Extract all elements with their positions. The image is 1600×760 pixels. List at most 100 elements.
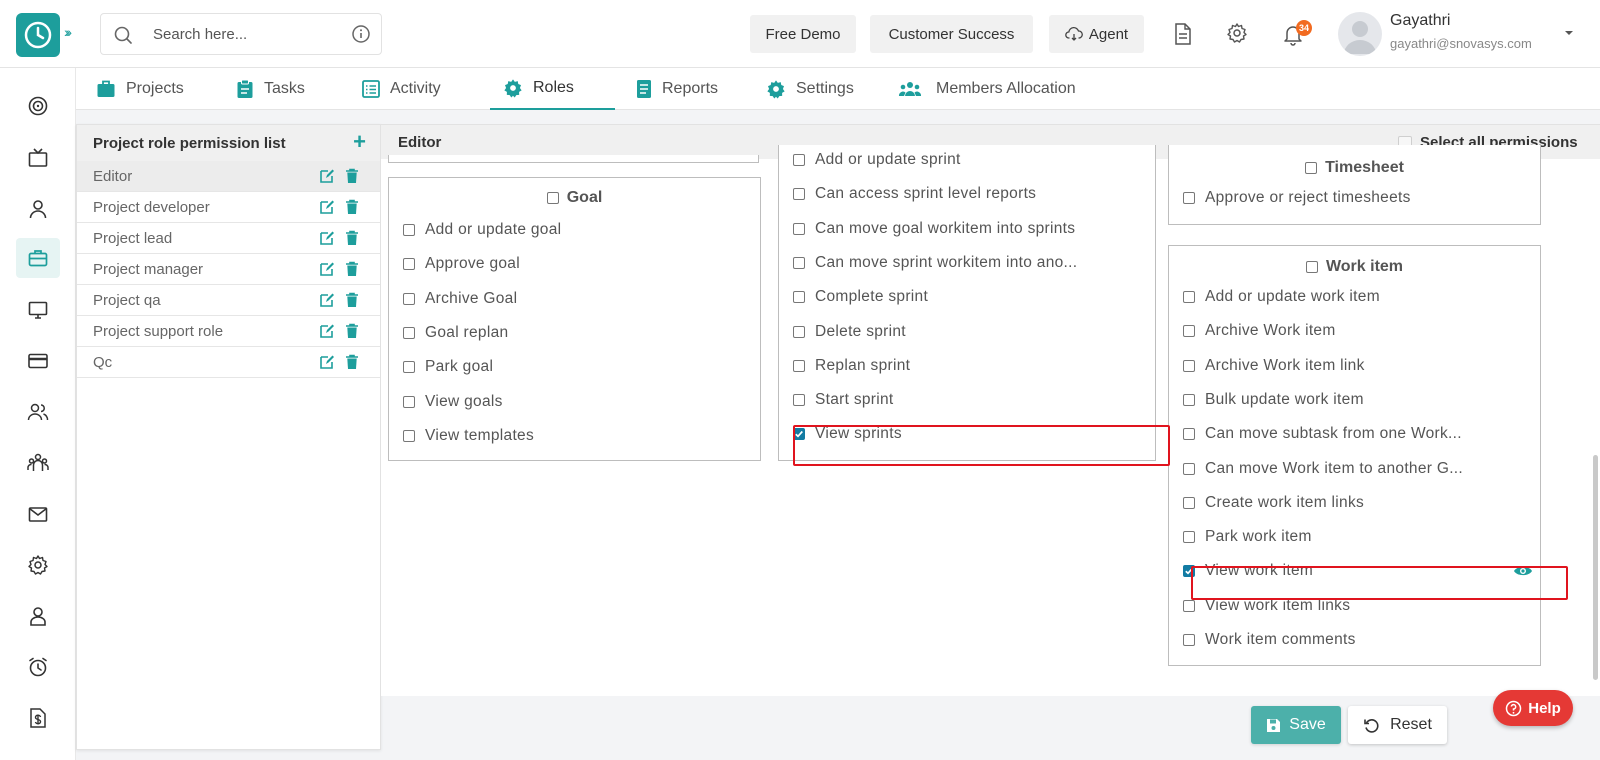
- permission-item[interactable]: Can move Work item to another G...: [1183, 460, 1463, 478]
- permission-item[interactable]: Park goal: [403, 358, 493, 376]
- free-demo-button[interactable]: Free Demo: [750, 15, 856, 53]
- permission-checkbox[interactable]: [1183, 599, 1195, 612]
- permission-checkbox[interactable]: [1183, 291, 1195, 303]
- edit-icon[interactable]: [319, 354, 335, 370]
- permission-item[interactable]: Add or update work item: [1183, 288, 1380, 306]
- permission-checkbox[interactable]: [1183, 634, 1195, 646]
- permission-item[interactable]: Archive Work item: [1183, 322, 1336, 340]
- avatar[interactable]: [1338, 12, 1382, 56]
- permission-checkbox[interactable]: [1183, 462, 1195, 475]
- permission-item[interactable]: Replan sprint: [793, 357, 910, 375]
- permission-checkbox[interactable]: [793, 291, 805, 304]
- permission-item[interactable]: Park work item: [1183, 528, 1312, 546]
- permission-checkbox[interactable]: [793, 394, 805, 407]
- sidebar-item-monitor[interactable]: [16, 290, 60, 330]
- edit-icon[interactable]: [319, 261, 335, 277]
- sidebar-item-projects[interactable]: [16, 238, 60, 278]
- agent-button[interactable]: Agent: [1049, 15, 1144, 53]
- permission-item[interactable]: Approve goal: [403, 255, 520, 273]
- permission-item[interactable]: Work item comments: [1183, 631, 1356, 649]
- permissions-scrollbar[interactable]: [1593, 455, 1598, 680]
- sidebar-item-dashboard[interactable]: [16, 86, 60, 126]
- permission-checkbox[interactable]: [403, 429, 415, 442]
- add-role-icon[interactable]: +: [353, 130, 366, 154]
- goal-group-checkbox[interactable]: [546, 192, 559, 204]
- sidebar-item-invoices[interactable]: [16, 698, 60, 738]
- permission-checkbox[interactable]: [403, 292, 415, 305]
- permission-checkbox[interactable]: [793, 256, 805, 269]
- sidebar-item-alarm[interactable]: [16, 647, 60, 687]
- app-logo[interactable]: [16, 13, 60, 57]
- permission-checkbox[interactable]: [403, 258, 415, 271]
- edit-icon[interactable]: [319, 292, 335, 308]
- reset-button[interactable]: Reset: [1348, 706, 1447, 744]
- sidebar-item-members[interactable]: [16, 392, 60, 432]
- permission-item[interactable]: Can move goal workitem into sprints: [793, 220, 1075, 238]
- help-button[interactable]: Help: [1493, 690, 1573, 726]
- tab-reports[interactable]: Reports: [636, 68, 718, 110]
- trash-icon[interactable]: [345, 261, 359, 277]
- tab-projects[interactable]: Projects: [96, 68, 184, 110]
- permission-checkbox[interactable]: [403, 395, 415, 408]
- permission-item[interactable]: View templates: [403, 427, 534, 445]
- trash-icon[interactable]: [345, 354, 359, 370]
- permission-checkbox[interactable]: [1183, 393, 1195, 406]
- document-icon[interactable]: [1173, 22, 1193, 46]
- sidebar-item-tv[interactable]: [16, 138, 60, 178]
- role-list-item[interactable]: Project support role: [77, 316, 380, 347]
- role-list-item[interactable]: Project developer: [77, 192, 380, 223]
- permission-item[interactable]: Archive Work item link: [1183, 357, 1365, 375]
- role-list-item[interactable]: Editor: [77, 161, 380, 192]
- save-button[interactable]: Save: [1251, 706, 1341, 744]
- customer-success-button[interactable]: Customer Success: [870, 15, 1033, 53]
- work-item-group-checkbox[interactable]: [1305, 261, 1318, 273]
- sidebar-item-settings[interactable]: [16, 545, 60, 585]
- permission-checkbox[interactable]: [793, 154, 805, 166]
- trash-icon[interactable]: [345, 168, 359, 184]
- edit-icon[interactable]: [319, 199, 335, 215]
- edit-icon[interactable]: [319, 323, 335, 339]
- permission-item[interactable]: Can move subtask from one Work...: [1183, 425, 1462, 443]
- permission-item[interactable]: Bulk update work item: [1183, 391, 1364, 409]
- permission-checkbox[interactable]: [793, 222, 805, 235]
- trash-icon[interactable]: [345, 230, 359, 246]
- edit-icon[interactable]: [319, 230, 335, 246]
- timesheet-group-checkbox[interactable]: [1305, 162, 1318, 174]
- permission-item[interactable]: Create work item links: [1183, 494, 1364, 512]
- expand-sidebar-icon[interactable]: ›››: [64, 24, 72, 40]
- role-list-item[interactable]: Project lead: [77, 223, 380, 254]
- search-input[interactable]: [153, 22, 333, 46]
- permission-checkbox[interactable]: [1183, 428, 1195, 441]
- sidebar-item-user[interactable]: [16, 189, 60, 229]
- permission-checkbox[interactable]: [793, 325, 805, 338]
- permission-item[interactable]: Goal replan: [403, 324, 508, 342]
- trash-icon[interactable]: [345, 199, 359, 215]
- trash-icon[interactable]: [345, 323, 359, 339]
- trash-icon[interactable]: [345, 292, 359, 308]
- permission-checkbox[interactable]: [1183, 325, 1195, 338]
- sidebar-item-billing[interactable]: [16, 341, 60, 381]
- tab-activity[interactable]: Activity: [362, 68, 441, 110]
- chevron-down-icon[interactable]: [1563, 27, 1575, 39]
- permission-checkbox[interactable]: [793, 188, 805, 201]
- permission-checkbox[interactable]: [793, 359, 805, 372]
- role-list-item[interactable]: Qc: [77, 347, 380, 378]
- sidebar-item-teams[interactable]: [16, 443, 60, 483]
- tab-members-allocation[interactable]: Members Allocation: [898, 68, 1076, 110]
- permission-checkbox[interactable]: [403, 361, 415, 374]
- role-list-item[interactable]: Project manager: [77, 254, 380, 285]
- permission-checkbox[interactable]: [403, 224, 415, 236]
- permission-item[interactable]: Can access sprint level reports: [793, 185, 1036, 203]
- settings-gear-icon[interactable]: [1226, 22, 1248, 44]
- permission-checkbox[interactable]: [1183, 531, 1195, 544]
- tab-settings[interactable]: Settings: [766, 68, 854, 110]
- permission-checkbox[interactable]: [1183, 496, 1195, 509]
- permission-item[interactable]: Can move sprint workitem into ano...: [793, 254, 1077, 272]
- edit-icon[interactable]: [319, 168, 335, 184]
- permission-item[interactable]: Delete sprint: [793, 323, 906, 341]
- info-icon[interactable]: [351, 24, 371, 44]
- permission-checkbox[interactable]: [1183, 192, 1195, 204]
- permission-item[interactable]: Approve or reject timesheets: [1183, 189, 1411, 207]
- permission-item[interactable]: View goals: [403, 393, 503, 411]
- tab-roles[interactable]: Roles: [490, 68, 615, 110]
